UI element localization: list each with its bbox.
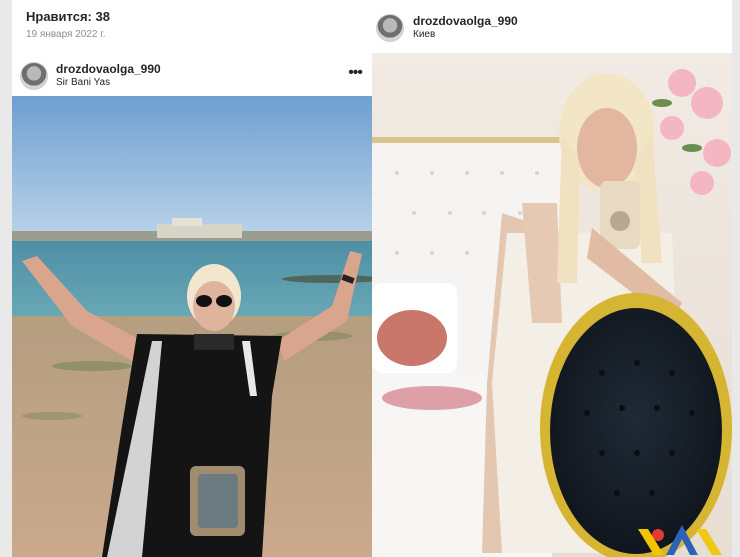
avatar[interactable] (20, 62, 48, 90)
post-photo[interactable] (372, 53, 732, 557)
left-post-panel: Нравится: 38 19 января 2022 г. drozdovao… (12, 0, 372, 557)
location-label[interactable]: Sir Bani Yas (56, 77, 110, 88)
post-header: drozdovaolga_990 Sir Bani Yas ••• (12, 56, 372, 96)
username[interactable]: drozdovaolga_990 (413, 14, 518, 28)
right-post-panel: drozdovaolga_990 Киев (372, 0, 732, 557)
brand-logo-icon (638, 525, 722, 555)
avatar[interactable] (376, 14, 404, 42)
location-label[interactable]: Киев (413, 29, 435, 40)
post-header: drozdovaolga_990 Киев (372, 8, 732, 48)
likes-count[interactable]: Нравится: 38 (26, 9, 110, 24)
post-photo[interactable] (12, 96, 372, 557)
more-horizontal-icon[interactable]: ••• (348, 64, 363, 82)
username[interactable]: drozdovaolga_990 (56, 62, 161, 76)
post-date: 19 января 2022 г. (26, 29, 106, 40)
